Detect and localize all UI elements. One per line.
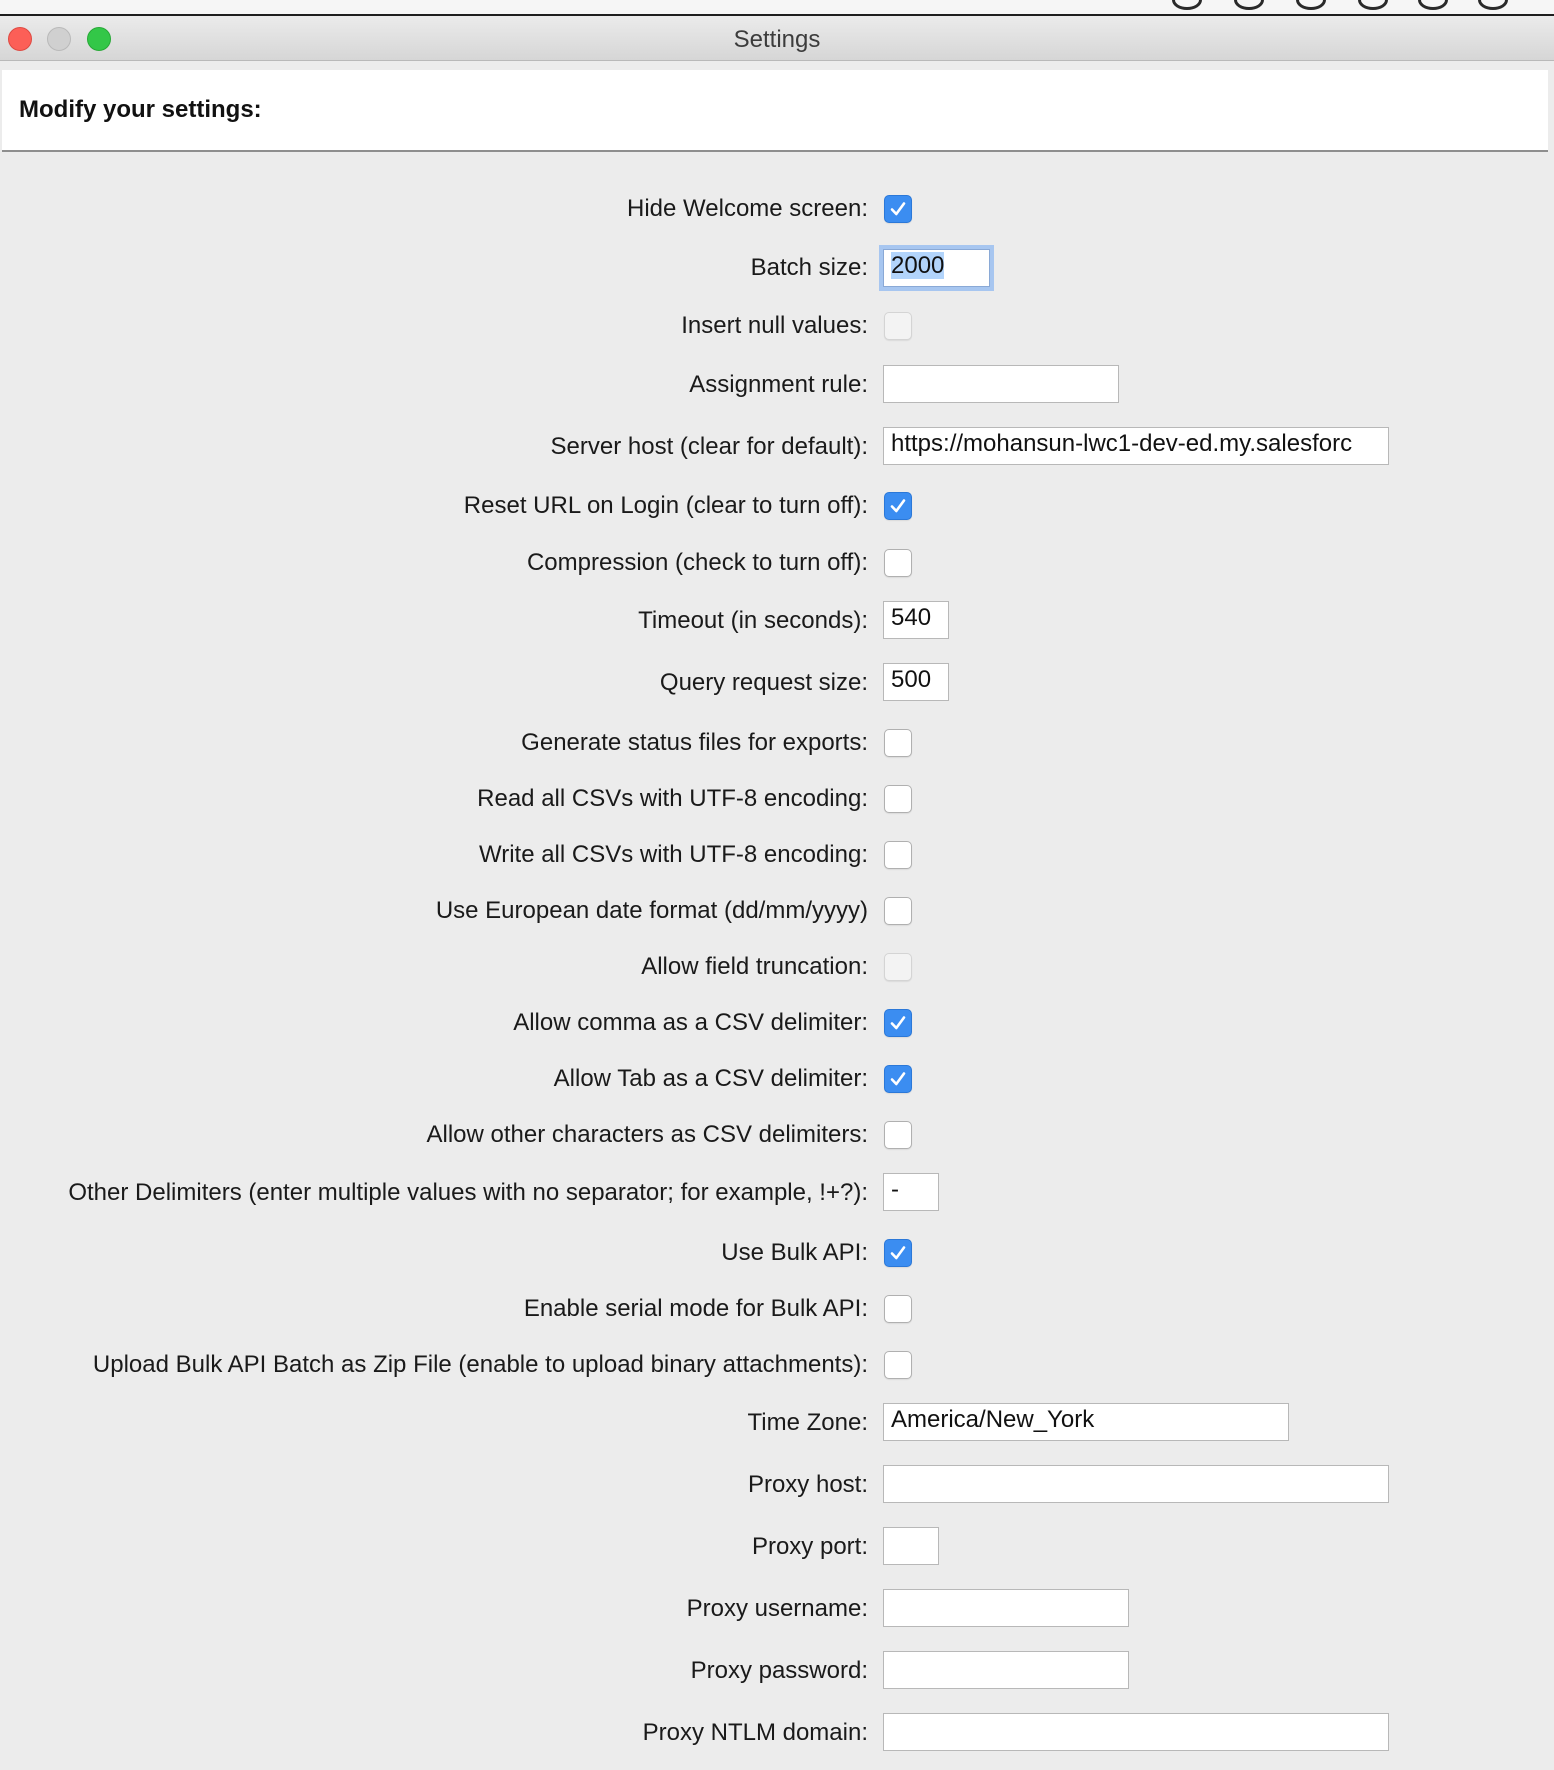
bulk-api-serial-mode-label: Enable serial mode for Bulk API:: [523, 1295, 868, 1322]
setting-row-proxy-username: Proxy username:: [0, 1584, 1554, 1634]
read-csv-utf8-label: Read all CSVs with UTF-8 encoding:: [477, 785, 868, 812]
bulk-api-zip-upload-label: Upload Bulk API Batch as Zip File (enabl…: [92, 1351, 868, 1378]
insert-null-values-label: Insert null values:: [681, 312, 868, 339]
setting-row-proxy-password: Proxy password:: [0, 1646, 1554, 1696]
checkmark-icon: [890, 1246, 906, 1260]
other-delimiters-input[interactable]: -: [883, 1173, 939, 1211]
insert-null-values-checkbox[interactable]: [884, 312, 912, 340]
setting-row-proxy-ntlm-domain: Proxy NTLM domain:: [0, 1708, 1554, 1758]
hide-welcome-screen-label: Hide Welcome screen:: [627, 195, 868, 222]
allow-comma-delimiter-checkbox[interactable]: [884, 1009, 912, 1037]
setting-row-insert-null-values: Insert null values:: [0, 301, 1554, 351]
setting-row-allow-field-truncation: Allow field truncation:: [0, 942, 1554, 992]
query-request-size-label: Query request size:: [659, 669, 868, 696]
proxy-ntlm-domain-input[interactable]: [883, 1713, 1389, 1751]
setting-row-allow-other-delimiters: Allow other characters as CSV delimiters…: [0, 1110, 1554, 1160]
reset-url-on-login-checkbox[interactable]: [884, 492, 912, 520]
allow-field-truncation-label: Allow field truncation:: [641, 953, 868, 980]
setting-row-hide-welcome-screen: Hide Welcome screen:: [0, 184, 1554, 234]
european-date-format-checkbox[interactable]: [884, 897, 912, 925]
setting-row-use-bulk-api: Use Bulk API:: [0, 1228, 1554, 1278]
checkmark-icon: [890, 202, 906, 216]
proxy-port-input[interactable]: [883, 1527, 939, 1565]
proxy-password-input[interactable]: [883, 1651, 1129, 1689]
setting-row-proxy-port: Proxy port:: [0, 1522, 1554, 1572]
allow-other-delimiters-label: Allow other characters as CSV delimiters…: [426, 1121, 869, 1148]
allow-field-truncation-checkbox[interactable]: [884, 953, 912, 981]
query-request-size-input[interactable]: 500: [883, 663, 949, 701]
allow-tab-delimiter-label: Allow Tab as a CSV delimiter:: [553, 1065, 868, 1092]
setting-row-bulk-api-serial-mode: Enable serial mode for Bulk API:: [0, 1284, 1554, 1334]
proxy-host-label: Proxy host:: [747, 1471, 868, 1498]
setting-row-allow-tab-delimiter: Allow Tab as a CSV delimiter:: [0, 1054, 1554, 1104]
use-bulk-api-checkbox[interactable]: [884, 1239, 912, 1267]
setting-row-generate-status-files: Generate status files for exports:: [0, 718, 1554, 768]
setting-row-european-date-format: Use European date format (dd/mm/yyyy): [0, 886, 1554, 936]
proxy-port-label: Proxy port:: [751, 1533, 868, 1560]
setting-row-query-request-size: Query request size: 500: [0, 658, 1554, 708]
generate-status-files-label: Generate status files for exports:: [521, 729, 868, 756]
european-date-format-label: Use European date format (dd/mm/yyyy): [435, 897, 868, 924]
setting-row-time-zone: Time Zone: America/New_York: [0, 1398, 1554, 1448]
timeout-input[interactable]: 540: [883, 601, 949, 639]
bulk-api-zip-upload-checkbox[interactable]: [884, 1351, 912, 1379]
use-bulk-api-label: Use Bulk API:: [721, 1239, 868, 1266]
server-host-label: Server host (clear for default):: [550, 433, 868, 460]
proxy-username-input[interactable]: [883, 1589, 1129, 1627]
setting-row-compression: Compression (check to turn off):: [0, 538, 1554, 588]
allow-other-delimiters-checkbox[interactable]: [884, 1121, 912, 1149]
setting-row-batch-size: Batch size: 2000: [0, 243, 1554, 293]
setting-row-proxy-host: Proxy host:: [0, 1460, 1554, 1510]
batch-size-label: Batch size:: [750, 254, 868, 281]
bulk-api-serial-mode-checkbox[interactable]: [884, 1295, 912, 1323]
setting-row-reset-url-on-login: Reset URL on Login (clear to turn off):: [0, 481, 1554, 531]
reset-url-on-login-label: Reset URL on Login (clear to turn off):: [463, 492, 868, 519]
batch-size-value: 2000: [891, 252, 945, 279]
allow-comma-delimiter-label: Allow comma as a CSV delimiter:: [513, 1009, 868, 1036]
setting-row-assignment-rule: Assignment rule:: [0, 360, 1554, 410]
write-csv-utf8-label: Write all CSVs with UTF-8 encoding:: [478, 841, 868, 868]
setting-row-bulk-api-zip-upload: Upload Bulk API Batch as Zip File (enabl…: [0, 1340, 1554, 1390]
setting-row-read-csv-utf8: Read all CSVs with UTF-8 encoding:: [0, 774, 1554, 824]
assignment-rule-input[interactable]: [883, 365, 1119, 403]
compression-checkbox[interactable]: [884, 549, 912, 577]
batch-size-input[interactable]: 2000: [883, 249, 990, 287]
settings-form: Hide Welcome screen: Batch size: 2000 In…: [0, 0, 1554, 1770]
setting-row-other-delimiters: Other Delimiters (enter multiple values …: [0, 1168, 1554, 1218]
setting-row-timeout: Timeout (in seconds): 540: [0, 596, 1554, 646]
proxy-password-label: Proxy password:: [690, 1657, 868, 1684]
time-zone-input[interactable]: America/New_York: [883, 1403, 1289, 1441]
checkmark-icon: [890, 1016, 906, 1030]
time-zone-label: Time Zone:: [747, 1409, 868, 1436]
timeout-label: Timeout (in seconds):: [638, 607, 868, 634]
generate-status-files-checkbox[interactable]: [884, 729, 912, 757]
proxy-host-input[interactable]: [883, 1465, 1389, 1503]
server-host-input[interactable]: https://mohansun-lwc1-dev-ed.my.salesfor…: [883, 427, 1389, 465]
proxy-username-label: Proxy username:: [686, 1595, 868, 1622]
setting-row-write-csv-utf8: Write all CSVs with UTF-8 encoding:: [0, 830, 1554, 880]
assignment-rule-label: Assignment rule:: [689, 371, 868, 398]
other-delimiters-label: Other Delimiters (enter multiple values …: [68, 1179, 868, 1206]
setting-row-allow-comma-delimiter: Allow comma as a CSV delimiter:: [0, 998, 1554, 1048]
proxy-ntlm-domain-label: Proxy NTLM domain:: [642, 1719, 868, 1746]
checkmark-icon: [890, 1072, 906, 1086]
compression-label: Compression (check to turn off):: [526, 549, 868, 576]
read-csv-utf8-checkbox[interactable]: [884, 785, 912, 813]
write-csv-utf8-checkbox[interactable]: [884, 841, 912, 869]
setting-row-server-host: Server host (clear for default): https:/…: [0, 422, 1554, 472]
hide-welcome-screen-checkbox[interactable]: [884, 195, 912, 223]
checkmark-icon: [890, 499, 906, 513]
allow-tab-delimiter-checkbox[interactable]: [884, 1065, 912, 1093]
